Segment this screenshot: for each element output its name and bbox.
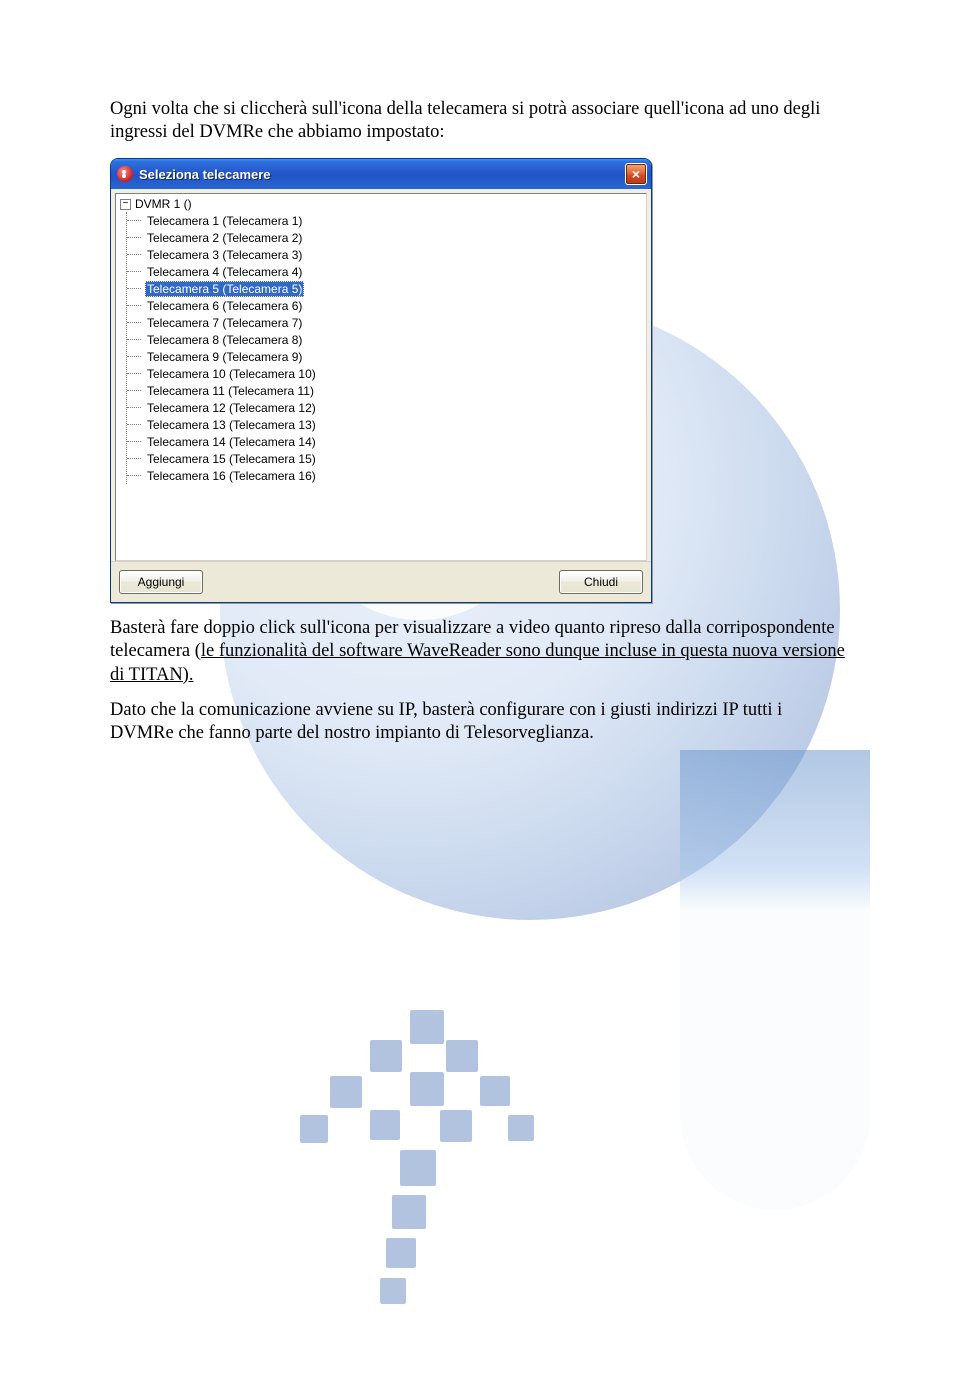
tree-item-label: Telecamera 2 (Telecamera 2) [145,231,304,245]
tree-item[interactable]: Telecamera 16 (Telecamera 16) [127,467,642,484]
tree-item-label: Telecamera 15 (Telecamera 15) [145,452,318,466]
tree-item[interactable]: Telecamera 12 (Telecamera 12) [127,399,642,416]
tree-item[interactable]: Telecamera 11 (Telecamera 11) [127,382,642,399]
tree-item[interactable]: Telecamera 2 (Telecamera 2) [127,229,642,246]
tree-item[interactable]: Telecamera 5 (Telecamera 5) [127,280,642,297]
tree-item[interactable]: Telecamera 9 (Telecamera 9) [127,348,642,365]
paragraph-ip: Dato che la comunicazione avviene su IP,… [110,699,850,745]
tree-item-label: Telecamera 16 (Telecamera 16) [145,469,318,483]
paragraph-instructions: Basterà fare doppio click sull'icona per… [110,617,850,686]
tree-item-label: Telecamera 1 (Telecamera 1) [145,214,304,228]
tree-root-label[interactable]: DVMR 1 () [135,197,192,211]
tree-item[interactable]: Telecamera 7 (Telecamera 7) [127,314,642,331]
dialog-title: Seleziona telecamere [139,167,625,182]
tree-item[interactable]: Telecamera 8 (Telecamera 8) [127,331,642,348]
tree-item[interactable]: Telecamera 15 (Telecamera 15) [127,450,642,467]
tree-item-label: Telecamera 5 (Telecamera 5) [145,281,304,297]
tree-item[interactable]: Telecamera 13 (Telecamera 13) [127,416,642,433]
close-dialog-button[interactable]: Chiudi [559,570,643,594]
tree-item-label: Telecamera 10 (Telecamera 10) [145,367,318,381]
tree-item[interactable]: Telecamera 14 (Telecamera 14) [127,433,642,450]
dialog-titlebar[interactable]: Seleziona telecamere × [111,159,651,189]
app-icon [117,166,133,182]
tree-item[interactable]: Telecamera 1 (Telecamera 1) [127,212,642,229]
dialog-button-bar: Aggiungi Chiudi [111,561,651,602]
tree-item-label: Telecamera 4 (Telecamera 4) [145,265,304,279]
tree-item-label: Telecamera 9 (Telecamera 9) [145,350,304,364]
tree-item[interactable]: Telecamera 6 (Telecamera 6) [127,297,642,314]
tree-item-label: Telecamera 8 (Telecamera 8) [145,333,304,347]
tree-item[interactable]: Telecamera 4 (Telecamera 4) [127,263,642,280]
tree-collapse-toggle[interactable]: − [120,199,131,210]
tree-item-label: Telecamera 7 (Telecamera 7) [145,316,304,330]
tree-item-label: Telecamera 12 (Telecamera 12) [145,401,318,415]
paragraph-intro: Ogni volta che si cliccherà sull'icona d… [110,98,850,144]
dialog-seleziona-telecamere: Seleziona telecamere × − DVMR 1 () Telec… [110,158,652,603]
close-icon: × [632,167,640,181]
tree-item-label: Telecamera 6 (Telecamera 6) [145,299,304,313]
tree-item[interactable]: Telecamera 3 (Telecamera 3) [127,246,642,263]
tree-item-label: Telecamera 11 (Telecamera 11) [145,384,316,398]
close-button[interactable]: × [625,163,647,185]
tree-item[interactable]: Telecamera 10 (Telecamera 10) [127,365,642,382]
camera-tree[interactable]: − DVMR 1 () Telecamera 1 (Telecamera 1) T… [115,193,647,561]
add-button[interactable]: Aggiungi [119,570,203,594]
tree-item-label: Telecamera 14 (Telecamera 14) [145,435,318,449]
tree-item-label: Telecamera 3 (Telecamera 3) [145,248,304,262]
tree-item-label: Telecamera 13 (Telecamera 13) [145,418,318,432]
